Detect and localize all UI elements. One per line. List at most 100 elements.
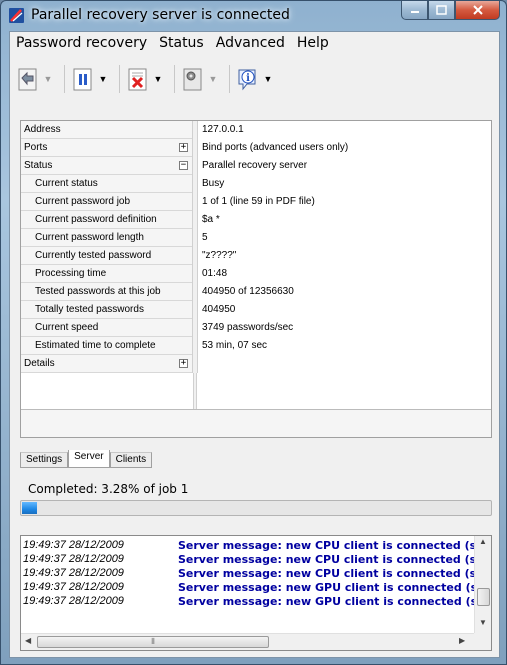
property-name: Current speed xyxy=(21,319,193,337)
close-icon xyxy=(472,5,483,15)
property-row[interactable]: Current password definition $a * xyxy=(21,211,491,229)
property-row[interactable]: Current password length 5 xyxy=(21,229,491,247)
stop-button[interactable] xyxy=(124,64,152,94)
progress-fill xyxy=(22,502,37,514)
scroll-down-icon[interactable]: ▼ xyxy=(475,618,491,632)
grid-empty-area xyxy=(21,409,491,437)
property-grid: Address 127.0.0.1 Ports + Bind ports (advanc… xyxy=(20,120,492,438)
property-value[interactable]: 127.0.0.1 xyxy=(197,121,491,139)
property-row[interactable]: Currently tested password "z????" xyxy=(21,247,491,265)
tab-server[interactable]: Server xyxy=(68,450,110,468)
property-value[interactable]: Busy xyxy=(197,175,491,193)
svg-text:i: i xyxy=(246,73,250,84)
log-timestamp: 19:49:37 28/12/2009 xyxy=(23,595,124,607)
minimize-icon xyxy=(410,11,419,13)
vertical-scroll-thumb[interactable] xyxy=(477,588,490,606)
property-value[interactable]: 53 min, 07 sec xyxy=(197,337,491,355)
menu-help[interactable]: Help xyxy=(291,32,335,54)
pause-dropdown-icon[interactable]: ▼ xyxy=(97,64,109,94)
property-value[interactable]: Parallel recovery server xyxy=(197,157,491,175)
log-timestamp: 19:49:37 28/12/2009 xyxy=(23,553,124,565)
info-icon: i xyxy=(238,69,256,91)
property-name: Estimated time to complete xyxy=(21,337,193,355)
scroll-corner xyxy=(474,633,491,650)
scroll-up-icon[interactable]: ▲ xyxy=(475,537,491,551)
property-value[interactable]: 01:48 xyxy=(197,265,491,283)
menu-advanced[interactable]: Advanced xyxy=(210,32,291,54)
property-name: Current password job xyxy=(21,193,193,211)
property-value[interactable] xyxy=(197,355,491,373)
horizontal-scroll-thumb[interactable]: ⦀ xyxy=(37,636,269,648)
stop-dropdown-icon[interactable]: ▼ xyxy=(152,64,164,94)
property-row[interactable]: Estimated time to complete 53 min, 07 sec xyxy=(21,337,491,355)
progress-label: Completed: 3.28% of job 1 xyxy=(28,482,189,496)
stop-document-icon xyxy=(128,68,147,91)
info-button[interactable]: i xyxy=(234,64,262,94)
log-message: Server message: new GPU client is connec… xyxy=(178,595,492,608)
tab-strip: Settings Server Clients xyxy=(20,450,153,468)
property-value[interactable]: "z????" xyxy=(197,247,491,265)
log-message: Server message: new GPU client is connec… xyxy=(178,581,492,594)
pause-icon xyxy=(73,68,92,91)
log-panel[interactable]: 19:49:37 28/12/2009 Server message: new C… xyxy=(20,535,492,651)
property-value[interactable]: 404950 of 12356630 xyxy=(197,283,491,301)
property-row[interactable]: Tested passwords at this job 404950 of 12… xyxy=(21,283,491,301)
property-row[interactable]: Totally tested passwords 404950 xyxy=(21,301,491,319)
property-name: Totally tested passwords xyxy=(21,301,193,319)
tab-settings[interactable]: Settings xyxy=(20,452,69,468)
log-message: Server message: new CPU client is connec… xyxy=(178,567,492,580)
scroll-left-icon[interactable]: ◀ xyxy=(25,636,31,645)
property-value[interactable]: 5 xyxy=(197,229,491,247)
log-timestamp: 19:49:37 28/12/2009 xyxy=(23,567,124,579)
maximize-button[interactable] xyxy=(428,1,455,20)
minimize-button[interactable] xyxy=(401,1,428,20)
property-value[interactable]: 3749 passwords/sec xyxy=(197,319,491,337)
app-logo-icon xyxy=(9,8,24,23)
property-name: Currently tested password xyxy=(21,247,193,265)
property-row[interactable]: Processing time 01:48 xyxy=(21,265,491,283)
property-name: Status xyxy=(21,157,193,175)
property-value[interactable]: Bind ports (advanced users only) xyxy=(197,139,491,157)
collapse-icon[interactable]: − xyxy=(179,161,188,170)
log-timestamp: 19:49:37 28/12/2009 xyxy=(23,539,124,551)
log-vertical-scrollbar[interactable]: ▲ ▼ xyxy=(474,536,491,634)
toolbar-separator xyxy=(229,65,230,93)
menu-password-recovery[interactable]: Password recovery xyxy=(10,32,153,54)
property-value[interactable]: 1 of 1 (line 59 in PDF file) xyxy=(197,193,491,211)
property-row[interactable]: Current password job 1 of 1 (line 59 in P… xyxy=(21,193,491,211)
property-name: Ports xyxy=(21,139,193,157)
expand-icon[interactable]: + xyxy=(179,359,188,368)
tab-clients[interactable]: Clients xyxy=(109,452,153,468)
property-row[interactable]: Details + xyxy=(21,355,491,373)
settings-button[interactable] xyxy=(179,64,207,94)
property-row[interactable]: Address 127.0.0.1 xyxy=(21,121,491,139)
back-arrow-icon xyxy=(18,68,37,91)
app-window: Parallel recovery server is connected Pa… xyxy=(0,0,507,665)
property-name: Processing time xyxy=(21,265,193,283)
property-name: Current password length xyxy=(21,229,193,247)
info-dropdown-icon[interactable]: ▼ xyxy=(262,64,274,94)
property-row[interactable]: Current status Busy xyxy=(21,175,491,193)
scroll-right-icon[interactable]: ▶ xyxy=(459,636,465,645)
property-row[interactable]: Current speed 3749 passwords/sec xyxy=(21,319,491,337)
close-button[interactable] xyxy=(455,1,500,20)
back-dropdown-icon[interactable]: ▼ xyxy=(42,64,54,94)
menu-status[interactable]: Status xyxy=(153,32,210,54)
property-name: Address xyxy=(21,121,193,139)
property-name: Details xyxy=(21,355,193,373)
property-row[interactable]: Status − Parallel recovery server xyxy=(21,157,491,175)
property-row[interactable]: Ports + Bind ports (advanced users only) xyxy=(21,139,491,157)
title-bar[interactable]: Parallel recovery server is connected xyxy=(1,1,506,31)
pause-button[interactable] xyxy=(69,64,97,94)
toolbar-separator xyxy=(119,65,120,93)
log-horizontal-scrollbar[interactable]: ◀ ⦀ ▶ xyxy=(21,633,491,650)
back-button[interactable] xyxy=(14,64,42,94)
toolbar-separator xyxy=(64,65,65,93)
property-value[interactable]: 404950 xyxy=(197,301,491,319)
window-title: Parallel recovery server is connected xyxy=(31,7,290,23)
expand-icon[interactable]: + xyxy=(179,143,188,152)
property-value[interactable]: $a * xyxy=(197,211,491,229)
settings-dropdown-icon[interactable]: ▼ xyxy=(207,64,219,94)
toolbar-separator xyxy=(174,65,175,93)
property-name: Current password definition xyxy=(21,211,193,229)
